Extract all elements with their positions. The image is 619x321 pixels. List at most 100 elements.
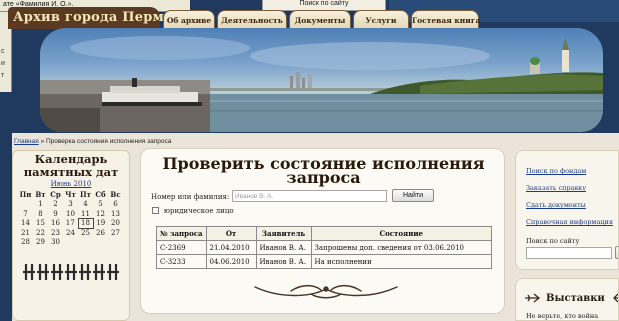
header-banner [40,28,603,132]
calendar-day[interactable]: 9 [48,209,63,219]
ornament-right-icon [613,293,618,303]
page-title: Проверить состояние исполнения запроса [162,154,485,187]
calendar-day[interactable]: 19 [93,219,108,229]
weekday-label: Пт [80,190,91,200]
weekday-label: Ср [50,190,61,200]
request-status: Запрошены доп. сведения от 03.06.2010 [310,240,493,255]
request-applicant: Иванов В. А. [255,254,312,269]
calendar-day[interactable]: 25 [78,228,93,238]
calendar-day[interactable]: 29 [33,238,48,248]
calendar-day[interactable]: 20 [108,219,123,229]
request-number: С-2369 [156,240,207,255]
weekday-label: Сб [95,190,106,200]
site-search-input[interactable] [526,247,612,259]
binder-rings-icon [23,264,119,280]
nav-tab-guestbook[interactable]: Гостевая книга [411,10,480,29]
column-header: От [205,226,257,241]
ornament-left-icon [525,293,541,303]
calendar-day[interactable]: 15 [33,219,48,229]
calendar-day[interactable]: 17 [63,219,78,229]
request-date: 04.06.2010 [205,254,257,269]
calendar-day[interactable]: 30 [48,238,63,248]
results-table: № запроса От Заявитель Состояние С-2369 … [156,226,493,269]
exhibitions-title[interactable]: Выставки [546,293,605,304]
weekday-label: Пн [19,190,32,200]
calendar-day[interactable]: 14 [18,219,33,229]
legal-entity-row: юридическое лицо [152,206,234,216]
calendar-title: Календарь памятных дат [23,152,119,179]
nav-tab-services[interactable]: Услуги [353,10,409,29]
calendar-grid: Пн Вт Ср Чт Пт Сб Вс 1 2 3 4 5 6 7 8 9 1… [18,190,123,247]
memorable-dates-calendar: Календарь памятных дат Июнь 2010 Пн Вт С… [12,150,130,321]
table-row: С-2369 21.04.2010 Иванов В. А. Запрошены… [156,240,493,255]
table-header-row: № запроса От Заявитель Состояние [156,226,493,241]
calendar-day[interactable]: 6 [108,200,123,210]
calendar-day[interactable]: 10 [63,209,78,219]
search-input[interactable] [232,190,387,202]
calendar-day[interactable]: 23 [48,228,63,238]
link-submit-documents[interactable]: Сдать документы [526,201,586,209]
calendar-day [18,200,33,210]
calendar-day[interactable]: 5 [93,200,108,210]
nav-tab-activity[interactable]: Деятельность [217,10,287,29]
link-reference-info[interactable]: Справочная информация [526,218,613,226]
column-header: Состояние [310,226,493,241]
table-row: С-3233 04.06.2010 Иванов В. А. На исполн… [156,254,493,269]
calendar-day-today[interactable]: 18 [77,218,94,229]
calendar-day[interactable]: 11 [78,209,93,219]
calendar-day [78,238,93,248]
ornament-flourish-icon [254,284,398,299]
exhibitions-panel: Выставки Не верьте, кто война [515,278,619,321]
request-date: 21.04.2010 [205,240,257,255]
background-window-text: т [1,72,5,79]
calendar-day[interactable]: 13 [108,209,123,219]
weekday-label: Чт [65,190,76,200]
breadcrumb-home-link[interactable]: Главная [14,138,39,145]
calendar-day[interactable]: 2 [48,200,63,210]
calendar-day[interactable]: 27 [108,228,123,238]
breadcrumb-separator: » [40,138,45,145]
calendar-day [93,238,108,248]
site-search-button[interactable]: > [615,246,618,259]
link-order-reference[interactable]: Заказать справку [526,184,586,192]
column-header: № запроса [156,226,207,241]
weekday-label: Вс [110,190,121,200]
site-search-label: Поиск по сайту [526,237,580,245]
search-row: Номер или фамилия: Найти [151,189,434,202]
request-applicant: Иванов В. А. [255,240,312,255]
link-search-funds[interactable]: Поиск по фондам [526,167,586,175]
city-river-photo [40,36,603,132]
nav-tab-about[interactable]: Об архиве [163,10,215,29]
legal-entity-label: юридическое лицо [163,207,234,215]
calendar-day[interactable]: 12 [93,209,108,219]
calendar-day[interactable]: 4 [78,200,93,210]
exhibition-teaser[interactable]: Не верьте, кто война [526,312,598,320]
search-label: Номер или фамилия: [151,193,230,201]
calendar-month-link[interactable]: Июнь 2010 [13,180,129,188]
calendar-day[interactable]: 22 [33,228,48,238]
quick-links-panel: Поиск по фондам Заказать справку Сдать д… [515,150,619,270]
calendar-day[interactable]: 28 [18,238,33,248]
calendar-day[interactable]: 3 [63,200,78,210]
weekday-label: Вт [35,190,46,200]
calendar-day[interactable]: 7 [18,209,33,219]
calendar-day[interactable]: 8 [33,209,48,219]
breadcrumb: Главная » Проверка состояния исполнения … [14,138,171,145]
calendar-day[interactable]: 16 [48,219,63,229]
breadcrumb-current: Проверка состояния исполнения запроса [46,138,172,145]
request-status: На исполнении [310,254,493,269]
find-button[interactable]: Найти [392,189,434,202]
request-status-panel: Проверить состояние исполнения запроса Н… [140,148,505,314]
nav-tab-documents[interactable]: Документы [289,10,351,29]
column-header: Заявитель [255,226,312,241]
legal-entity-checkbox[interactable] [152,207,159,214]
calendar-day [108,238,123,248]
request-number: С-3233 [156,254,207,269]
calendar-day[interactable]: 21 [18,228,33,238]
calendar-day[interactable]: 26 [93,228,108,238]
calendar-day[interactable]: 24 [63,228,78,238]
background-window-text: с [1,48,5,55]
calendar-day[interactable]: 1 [33,200,48,210]
site-title[interactable]: Архив города Перми [8,7,174,29]
background-window-text: и [1,60,5,67]
